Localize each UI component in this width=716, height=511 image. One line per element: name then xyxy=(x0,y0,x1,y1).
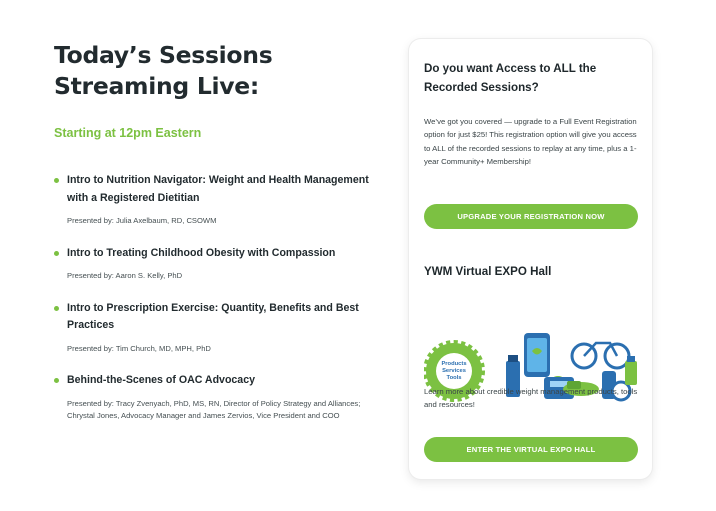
enter-expo-hall-button[interactable]: ENTER THE VIRTUAL EXPO HALL xyxy=(424,437,638,462)
sessions-header: Today’s Sessions Streaming Live: Startin… xyxy=(54,40,384,140)
session-presenter: Presented by: Tim Church, MD, MPH, PhD xyxy=(67,343,211,353)
session-item: Intro to Treating Childhood Obesity with… xyxy=(54,245,384,283)
expo-description: Learn more about credible weight managem… xyxy=(424,387,638,410)
bullet-icon xyxy=(54,305,59,311)
page-title: Today’s Sessions Streaming Live: xyxy=(54,40,384,102)
session-title: Intro to Nutrition Navigator: Weight and… xyxy=(67,174,369,204)
session-item: Behind-the-Scenes of OAC Advocacy Presen… xyxy=(54,372,384,423)
badge-text-services: Services xyxy=(442,368,466,374)
session-item: Intro to Nutrition Navigator: Weight and… xyxy=(54,172,384,228)
badge-text-tools: Tools xyxy=(446,375,461,381)
session-title: Intro to Treating Childhood Obesity with… xyxy=(67,246,336,259)
bullet-icon xyxy=(54,250,59,256)
session-item: Intro to Prescription Exercise: Quantity… xyxy=(54,300,384,356)
session-presenter: Presented by: Tracy Zvenyach, PhD, MS, R… xyxy=(67,398,361,421)
page-title-line2: Streaming Live: xyxy=(54,72,260,100)
badge-text-products: Products xyxy=(441,361,466,367)
session-title: Behind-the-Scenes of OAC Advocacy xyxy=(67,374,255,386)
session-presenter: Presented by: Aaron S. Kelly, PhD xyxy=(67,271,183,280)
page-title-line1: Today’s Sessions xyxy=(54,41,273,69)
bullet-icon xyxy=(54,378,59,383)
recorded-sessions-card: Do you want Access to ALL the Recorded S… xyxy=(409,39,652,479)
expo-heading: YWM Virtual EXPO Hall xyxy=(424,265,552,278)
session-list: Intro to Nutrition Navigator: Weight and… xyxy=(54,172,384,440)
access-heading: Do you want Access to ALL the Recorded S… xyxy=(424,62,597,94)
bullet-icon xyxy=(54,178,59,183)
start-time-label: Starting at 12pm Eastern xyxy=(54,126,202,140)
session-presenter: Presented by: Julia Axelbaum, RD, CSOWM xyxy=(67,216,217,225)
access-description: We’ve got you covered — upgrade to a Ful… xyxy=(424,117,637,166)
supplement-bottle-icon xyxy=(625,361,637,385)
upgrade-registration-button[interactable]: UPGRADE YOUR REGISTRATION NOW xyxy=(424,204,638,229)
session-title: Intro to Prescription Exercise: Quantity… xyxy=(67,301,359,332)
